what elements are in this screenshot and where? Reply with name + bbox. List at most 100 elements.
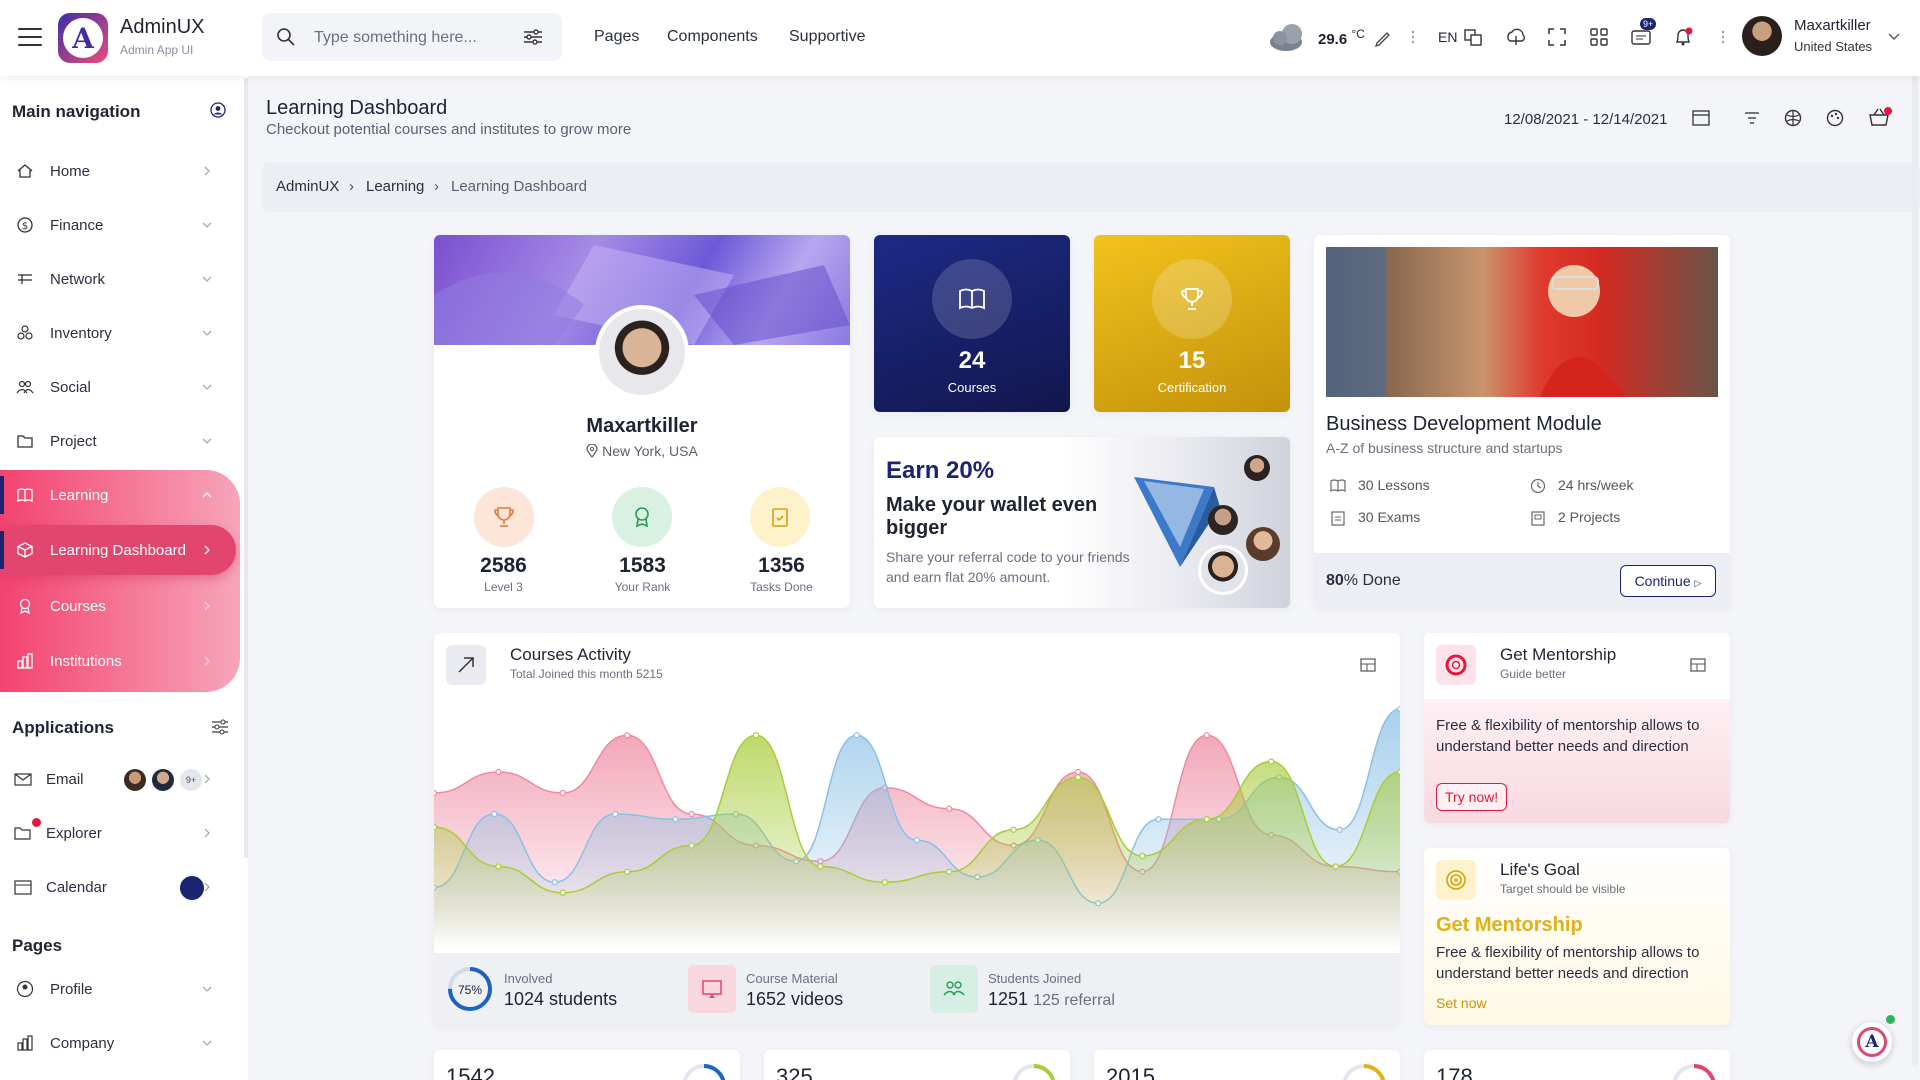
breadcrumb-adminux[interactable]: AdminUX xyxy=(276,178,339,195)
filter-sliders-icon[interactable] xyxy=(524,29,542,45)
chart-point[interactable] xyxy=(1396,768,1401,776)
app-item-explorer[interactable]: Explorer xyxy=(0,808,240,858)
chart-point[interactable] xyxy=(495,863,502,870)
chart-point[interactable] xyxy=(1074,768,1082,776)
chart-point[interactable] xyxy=(491,810,498,818)
sidebar-scrollbar[interactable] xyxy=(244,78,248,858)
chart-point[interactable] xyxy=(913,837,921,844)
chart-point[interactable] xyxy=(1010,826,1017,833)
sidebar-item-network[interactable]: Network xyxy=(0,254,240,304)
user-name[interactable]: Maxartkiller xyxy=(1794,17,1871,34)
filter-sliders-icon[interactable] xyxy=(212,719,228,735)
page-scrollbar[interactable] xyxy=(1912,66,1918,1066)
chart-point[interactable] xyxy=(551,879,558,886)
nav-components[interactable]: Components xyxy=(667,28,758,46)
apps-grid-icon[interactable] xyxy=(1588,26,1610,48)
chart-point[interactable] xyxy=(434,824,438,831)
app-item-calendar[interactable]: Calendar xyxy=(0,862,240,912)
sidebar-item-project[interactable]: Project xyxy=(0,416,240,466)
breadcrumb-learning[interactable]: Learning xyxy=(366,178,424,195)
chevron-down-icon xyxy=(202,384,212,390)
sidebar-item-institutions[interactable]: Institutions xyxy=(0,636,240,686)
network-icon xyxy=(18,274,32,284)
sidebar-item-social[interactable]: Social xyxy=(0,362,240,412)
chart-point[interactable] xyxy=(1155,816,1162,823)
try-now-button[interactable]: Try now! xyxy=(1436,783,1508,811)
referral-title: Make your wallet even bigger xyxy=(886,494,1098,539)
basket-icon[interactable] xyxy=(1868,106,1892,128)
continue-button[interactable]: Continue ▷ xyxy=(1620,565,1716,597)
chart-point[interactable] xyxy=(1074,774,1082,781)
courses-tile[interactable]: 24 Courses xyxy=(874,235,1070,412)
floating-app-button[interactable]: A xyxy=(1852,1022,1892,1062)
menu-icon[interactable] xyxy=(18,28,42,48)
chart-point[interactable] xyxy=(752,732,760,739)
cloud-download-icon[interactable] xyxy=(1505,26,1527,48)
certification-tile[interactable]: 15 Certification xyxy=(1094,235,1290,412)
pencil-icon[interactable] xyxy=(1372,26,1394,48)
avatar[interactable] xyxy=(1742,16,1782,56)
date-range[interactable]: 12/08/2021 - 12/14/2021 xyxy=(1504,111,1667,128)
fullscreen-icon[interactable] xyxy=(1546,26,1568,48)
page-item-company[interactable]: Company xyxy=(0,1018,240,1068)
chart-point[interactable] xyxy=(1268,758,1275,765)
user-circle-icon[interactable] xyxy=(210,102,226,118)
material-label: Course Material xyxy=(746,971,838,986)
search-box[interactable]: Type something here... xyxy=(262,13,562,61)
bell-icon[interactable] xyxy=(1672,26,1694,48)
set-now-link[interactable]: Set now xyxy=(1436,995,1487,1011)
award-icon xyxy=(19,598,31,615)
profile-avatar[interactable] xyxy=(595,305,689,399)
chevron-down-icon xyxy=(202,1040,212,1046)
chart-point[interactable] xyxy=(1203,732,1210,739)
layout-icon[interactable] xyxy=(1690,657,1706,673)
chart-point[interactable] xyxy=(688,810,695,818)
globe-icon[interactable] xyxy=(1784,109,1802,127)
chart-point[interactable] xyxy=(688,842,695,849)
chart-point[interactable] xyxy=(495,768,502,776)
layout-icon[interactable] xyxy=(1360,657,1376,673)
sidebar-item-courses[interactable]: Courses xyxy=(0,581,240,631)
sidebar-item-learning[interactable]: Learning xyxy=(0,470,240,520)
sidebar-item-home[interactable]: Home xyxy=(0,146,240,196)
sidebar-item-inventory[interactable]: Inventory xyxy=(0,308,240,358)
vertical-dots-icon[interactable] xyxy=(1712,26,1734,48)
chevron-down-icon[interactable] xyxy=(1888,32,1900,42)
chevron-right-icon xyxy=(204,656,210,666)
chart-point[interactable] xyxy=(1336,826,1343,833)
palette-icon[interactable] xyxy=(1826,109,1844,127)
language-label[interactable]: EN xyxy=(1438,29,1457,45)
chart-point[interactable] xyxy=(559,789,566,797)
chart-point[interactable] xyxy=(559,889,566,896)
chart-point[interactable] xyxy=(881,879,888,886)
app-item-email[interactable]: Email 9+ xyxy=(0,754,240,804)
sidebar-item-learning-dashboard[interactable]: Learning Dashboard xyxy=(0,525,240,575)
search-input[interactable]: Type something here... xyxy=(314,29,477,47)
nav-pages[interactable]: Pages xyxy=(594,28,639,46)
trophy-icon xyxy=(474,487,534,547)
chart-point[interactable] xyxy=(672,816,679,823)
chart-point[interactable] xyxy=(434,789,438,797)
chart-point[interactable] xyxy=(624,732,631,739)
chart-point[interactable] xyxy=(946,868,953,875)
chart-point[interactable] xyxy=(853,732,860,739)
chart-point[interactable] xyxy=(1332,863,1339,870)
page-item-profile[interactable]: Profile xyxy=(0,964,240,1014)
nav-supportive[interactable]: Supportive xyxy=(789,28,866,46)
filter-icon[interactable] xyxy=(1744,111,1760,125)
chart-point[interactable] xyxy=(817,863,824,870)
chart-point[interactable] xyxy=(1396,705,1401,713)
vertical-dots-icon[interactable] xyxy=(1402,26,1424,48)
chart-point[interactable] xyxy=(612,810,619,818)
chart-point[interactable] xyxy=(1139,852,1146,860)
chart-point[interactable] xyxy=(624,868,631,875)
chart-point[interactable] xyxy=(1203,816,1210,823)
app-logo[interactable]: A xyxy=(58,13,108,63)
book-icon xyxy=(1330,479,1346,493)
translate-icon[interactable] xyxy=(1462,26,1484,48)
sidebar-item-finance[interactable]: $ Finance xyxy=(0,200,240,250)
stat-tasks: 1356 Tasks Done xyxy=(750,554,813,594)
referral-text: Share your referral code to your friends… xyxy=(886,549,1130,585)
chart-point[interactable] xyxy=(946,805,953,812)
calendar-icon[interactable] xyxy=(1692,109,1710,127)
